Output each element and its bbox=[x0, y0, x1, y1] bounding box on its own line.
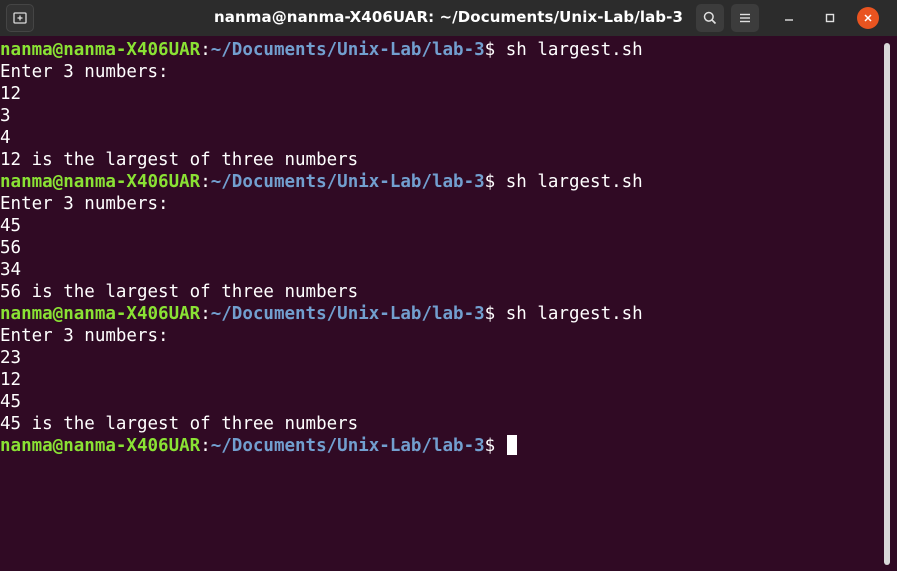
output-line: 56 is the largest of three numbers bbox=[0, 281, 880, 303]
prompt-colon: : bbox=[200, 40, 211, 60]
output-text: 56 is the largest of three numbers bbox=[0, 282, 359, 302]
command-text: sh largest.sh bbox=[505, 304, 643, 324]
output-text: Enter 3 numbers: bbox=[0, 194, 169, 214]
prompt-symbol: $ bbox=[484, 172, 506, 192]
output-text: 45 bbox=[0, 216, 22, 236]
scrollbar[interactable] bbox=[884, 43, 890, 565]
output-line: 23 bbox=[0, 347, 880, 369]
prompt-colon: : bbox=[200, 172, 211, 192]
prompt-symbol: $ bbox=[484, 304, 506, 324]
text-cursor bbox=[506, 435, 517, 455]
output-line: 45 bbox=[0, 391, 880, 413]
output-text: 45 is the largest of three numbers bbox=[0, 414, 359, 434]
output-line: 3 bbox=[0, 105, 880, 127]
command-text: sh largest.sh bbox=[505, 40, 643, 60]
new-tab-icon bbox=[13, 12, 27, 24]
maximize-icon bbox=[825, 13, 835, 23]
prompt-line: nanma@nanma-X406UAR:~/Documents/Unix-Lab… bbox=[0, 303, 880, 325]
output-line: 45 is the largest of three numbers bbox=[0, 413, 880, 435]
prompt-path: ~/Documents/Unix-Lab/lab-3 bbox=[210, 40, 485, 60]
close-button[interactable] bbox=[857, 7, 879, 29]
prompt-symbol: $ bbox=[484, 436, 506, 456]
maximize-button[interactable] bbox=[816, 4, 844, 32]
output-text: Enter 3 numbers: bbox=[0, 62, 169, 82]
output-text: Enter 3 numbers: bbox=[0, 326, 169, 346]
prompt-path: ~/Documents/Unix-Lab/lab-3 bbox=[210, 304, 485, 324]
search-button[interactable] bbox=[696, 4, 724, 32]
output-line: 56 bbox=[0, 237, 880, 259]
output-line: 45 bbox=[0, 215, 880, 237]
output-text: 3 bbox=[0, 106, 11, 126]
prompt-user-host: nanma@nanma-X406UAR bbox=[0, 172, 201, 192]
new-tab-button[interactable] bbox=[6, 4, 34, 32]
close-icon bbox=[864, 14, 872, 22]
command-text: sh largest.sh bbox=[505, 172, 643, 192]
prompt-colon: : bbox=[200, 436, 211, 456]
output-line: 12 bbox=[0, 369, 880, 391]
hamburger-menu-icon bbox=[740, 13, 750, 23]
output-line: Enter 3 numbers: bbox=[0, 61, 880, 83]
output-text: 12 bbox=[0, 84, 22, 104]
prompt-user-host: nanma@nanma-X406UAR bbox=[0, 40, 201, 60]
output-text: 12 is the largest of three numbers bbox=[0, 150, 359, 170]
output-line: Enter 3 numbers: bbox=[0, 193, 880, 215]
output-text: 23 bbox=[0, 348, 22, 368]
prompt-user-host: nanma@nanma-X406UAR bbox=[0, 304, 201, 324]
prompt-user-host: nanma@nanma-X406UAR bbox=[0, 436, 201, 456]
output-line: 4 bbox=[0, 127, 880, 149]
output-line: Enter 3 numbers: bbox=[0, 325, 880, 347]
output-text: 45 bbox=[0, 392, 22, 412]
prompt-line: nanma@nanma-X406UAR:~/Documents/Unix-Lab… bbox=[0, 171, 880, 193]
output-text: 56 bbox=[0, 238, 22, 258]
prompt-path: ~/Documents/Unix-Lab/lab-3 bbox=[210, 172, 485, 192]
window-title: nanma@nanma-X406UAR: ~/Documents/Unix-La… bbox=[213, 8, 684, 26]
prompt-path: ~/Documents/Unix-Lab/lab-3 bbox=[210, 436, 485, 456]
output-line: 12 is the largest of three numbers bbox=[0, 149, 880, 171]
prompt-line: nanma@nanma-X406UAR:~/Documents/Unix-Lab… bbox=[0, 435, 880, 457]
search-icon bbox=[703, 11, 717, 25]
title-bar: nanma@nanma-X406UAR: ~/Documents/Unix-La… bbox=[0, 0, 897, 36]
prompt-line: nanma@nanma-X406UAR:~/Documents/Unix-Lab… bbox=[0, 39, 880, 61]
terminal-output[interactable]: nanma@nanma-X406UAR:~/Documents/Unix-Lab… bbox=[0, 39, 880, 571]
output-text: 4 bbox=[0, 128, 11, 148]
output-line: 34 bbox=[0, 259, 880, 281]
terminal-window: nanma@nanma-X406UAR: ~/Documents/Unix-La… bbox=[0, 0, 897, 571]
minimize-icon bbox=[785, 19, 793, 21]
output-line: 12 bbox=[0, 83, 880, 105]
menu-button[interactable] bbox=[731, 4, 759, 32]
output-text: 34 bbox=[0, 260, 22, 280]
output-text: 12 bbox=[0, 370, 22, 390]
prompt-symbol: $ bbox=[484, 40, 506, 60]
prompt-colon: : bbox=[200, 304, 211, 324]
minimize-button[interactable] bbox=[775, 4, 803, 32]
